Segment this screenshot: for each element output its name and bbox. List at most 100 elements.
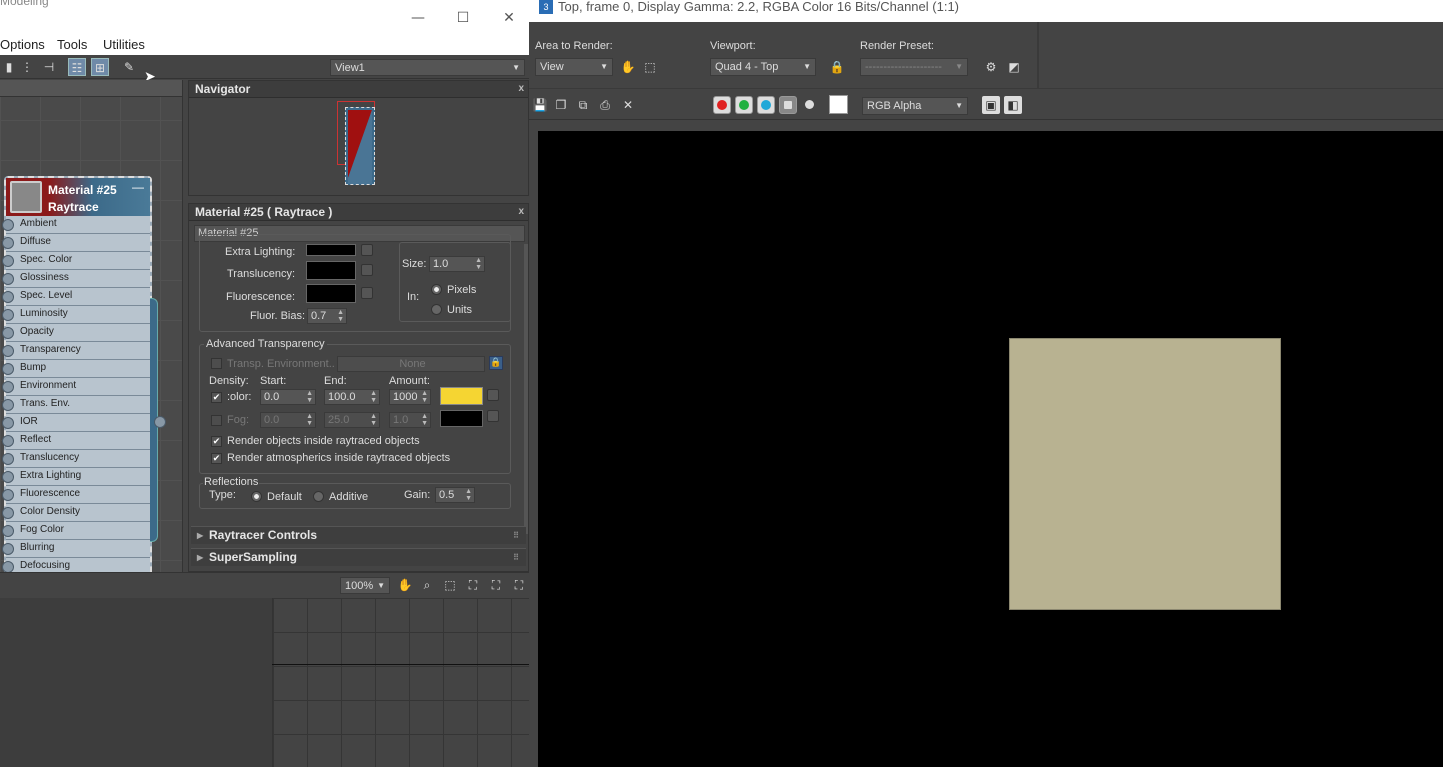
node-slot[interactable]: Luminosity — [2, 306, 150, 324]
environment-effects-icon[interactable]: ◩ — [1005, 58, 1023, 76]
alpha-channel-toggle[interactable] — [779, 96, 797, 114]
input-socket[interactable] — [2, 507, 14, 519]
input-socket[interactable] — [2, 381, 14, 393]
input-socket[interactable] — [2, 417, 14, 429]
green-channel-toggle[interactable] — [735, 96, 753, 114]
menu-tools[interactable]: Tools — [57, 37, 87, 52]
node-slot[interactable]: Diffuse — [2, 234, 150, 252]
additive-radio[interactable] — [313, 491, 324, 502]
rollout-supersampling[interactable]: ▶ SuperSampling ⠿ — [191, 548, 526, 566]
node-slot[interactable]: Spec. Color — [2, 252, 150, 270]
pan-to-selected-icon[interactable]: ⛶ — [510, 576, 528, 594]
node-slot[interactable]: IOR — [2, 414, 150, 432]
input-socket[interactable] — [2, 399, 14, 411]
material-panel-close-icon[interactable]: x — [518, 204, 524, 220]
node-slot[interactable]: Blurring — [2, 540, 150, 558]
area-to-render-dropdown[interactable]: View ▼ — [535, 58, 613, 76]
pick-material-icon[interactable]: ✎ — [120, 58, 138, 76]
hide-unused-slots-icon[interactable]: ⊣ — [40, 58, 58, 76]
navigator-close-icon[interactable]: x — [518, 81, 524, 97]
density-color-swatch[interactable] — [440, 387, 483, 405]
node-slot[interactable]: Environment — [2, 378, 150, 396]
input-socket[interactable] — [2, 363, 14, 375]
lock-icon[interactable]: 🔒 — [828, 58, 846, 76]
input-socket[interactable] — [2, 255, 14, 267]
print-image-icon[interactable]: ⎙ — [596, 96, 614, 114]
zoom-extents-selected-icon[interactable]: ⛶ — [487, 576, 505, 594]
density-fog-checkbox[interactable] — [211, 415, 222, 426]
input-socket[interactable] — [2, 219, 14, 231]
fog-amount-spinner[interactable]: 1.0 ▲ ▼ — [389, 412, 431, 428]
extra-lighting-map-button[interactable] — [361, 244, 373, 256]
node-slot[interactable]: Translucency — [2, 450, 150, 468]
color-start-spinner[interactable]: 0.0 ▲ ▼ — [260, 389, 316, 405]
color-amount-spinner[interactable]: 1000 ▲ ▼ — [389, 389, 431, 405]
input-socket[interactable] — [2, 237, 14, 249]
material-panel-scrollbar[interactable] — [524, 244, 528, 534]
fog-start-spinner[interactable]: 0.0 ▲ ▼ — [260, 412, 316, 428]
render-canvas[interactable] — [538, 131, 1443, 767]
node-slot[interactable]: Reflect — [2, 432, 150, 450]
node-output-socket[interactable] — [154, 416, 166, 428]
toggle-ui-icon[interactable]: ◧ — [1004, 96, 1022, 114]
fluorescence-color-swatch[interactable] — [306, 284, 356, 303]
close-button[interactable]: ✕ — [499, 8, 519, 28]
density-color-checkbox[interactable]: ✔ — [211, 392, 222, 403]
input-socket[interactable] — [2, 453, 14, 465]
fog-color-swatch[interactable] — [440, 410, 483, 427]
fog-color-map-button[interactable] — [487, 410, 499, 422]
render-objects-checkbox[interactable]: ✔ — [211, 436, 222, 447]
node-slot[interactable]: Fluorescence — [2, 486, 150, 504]
input-socket[interactable] — [2, 561, 14, 572]
show-list-icon[interactable]: ☷ — [68, 58, 86, 76]
input-socket[interactable] — [2, 435, 14, 447]
rollout-raytracer-controls[interactable]: ▶ Raytracer Controls ⠿ — [191, 526, 526, 544]
menu-utilities[interactable]: Utilities — [103, 37, 145, 52]
wire-size-spinner[interactable]: 1.0 ▲ ▼ — [429, 256, 485, 272]
node-slot[interactable]: Color Density — [2, 504, 150, 522]
fluor-bias-spinner[interactable]: 0.7 ▲ ▼ — [307, 308, 347, 324]
pan-hand-icon[interactable]: ✋ — [396, 576, 414, 594]
fluorescence-map-button[interactable] — [361, 287, 373, 299]
viewport-dropdown[interactable]: Quad 4 - Top ▼ — [710, 58, 816, 76]
gain-spinner[interactable]: 0.5 ▲ ▼ — [435, 487, 475, 503]
blue-channel-toggle[interactable] — [757, 96, 775, 114]
node-slot[interactable]: Fog Color — [2, 522, 150, 540]
input-socket[interactable] — [2, 471, 14, 483]
view-dropdown[interactable]: View1 ▼ — [330, 59, 525, 76]
save-image-icon[interactable]: 💾 — [531, 96, 549, 114]
node-header[interactable]: Material #25 Raytrace — — [6, 178, 150, 216]
translucency-map-button[interactable] — [361, 264, 373, 276]
node-slot[interactable]: Bump — [2, 360, 150, 378]
material-node[interactable]: Material #25 Raytrace — Ambient Diffuse Sp… — [2, 176, 166, 572]
node-slot[interactable]: Extra Lighting — [2, 468, 150, 486]
render-atmospherics-checkbox[interactable]: ✔ — [211, 453, 222, 464]
fog-end-spinner[interactable]: 25.0 ▲ ▼ — [324, 412, 380, 428]
node-slot[interactable]: Transparency — [2, 342, 150, 360]
zoom-icon[interactable]: ⌕ — [418, 576, 436, 594]
swatch-color-box[interactable] — [829, 95, 848, 114]
copy-image-icon[interactable]: ❐ — [552, 96, 570, 114]
input-socket[interactable] — [2, 525, 14, 537]
extra-lighting-color-swatch[interactable] — [306, 244, 356, 256]
edit-region-icon[interactable]: ✋ — [619, 58, 637, 76]
zoom-extents-icon[interactable]: ⛶ — [464, 576, 482, 594]
default-radio[interactable] — [251, 491, 262, 502]
menu-options[interactable]: Options — [0, 37, 45, 52]
units-radio[interactable] — [431, 304, 442, 315]
render-setup-icon[interactable]: ⚙ — [982, 58, 1000, 76]
navigator-thumbnail[interactable] — [345, 107, 375, 185]
red-channel-toggle[interactable] — [713, 96, 731, 114]
channel-display-dropdown[interactable]: RGB Alpha ▼ — [862, 97, 968, 115]
node-slot[interactable]: Trans. Env. — [2, 396, 150, 414]
input-socket[interactable] — [2, 309, 14, 321]
input-socket[interactable] — [2, 273, 14, 285]
density-color-map-button[interactable] — [487, 389, 499, 401]
node-view[interactable]: Material #25 Raytrace — Ambient Diffuse Sp… — [0, 80, 183, 572]
input-socket[interactable] — [2, 489, 14, 501]
maximize-button[interactable]: ☐ — [453, 8, 473, 28]
input-socket[interactable] — [2, 345, 14, 357]
zoom-dropdown[interactable]: 100% ▼ — [340, 577, 390, 594]
toggle-ui-overlay-icon[interactable]: ▣ — [982, 96, 1000, 114]
node-slot[interactable]: Spec. Level — [2, 288, 150, 306]
